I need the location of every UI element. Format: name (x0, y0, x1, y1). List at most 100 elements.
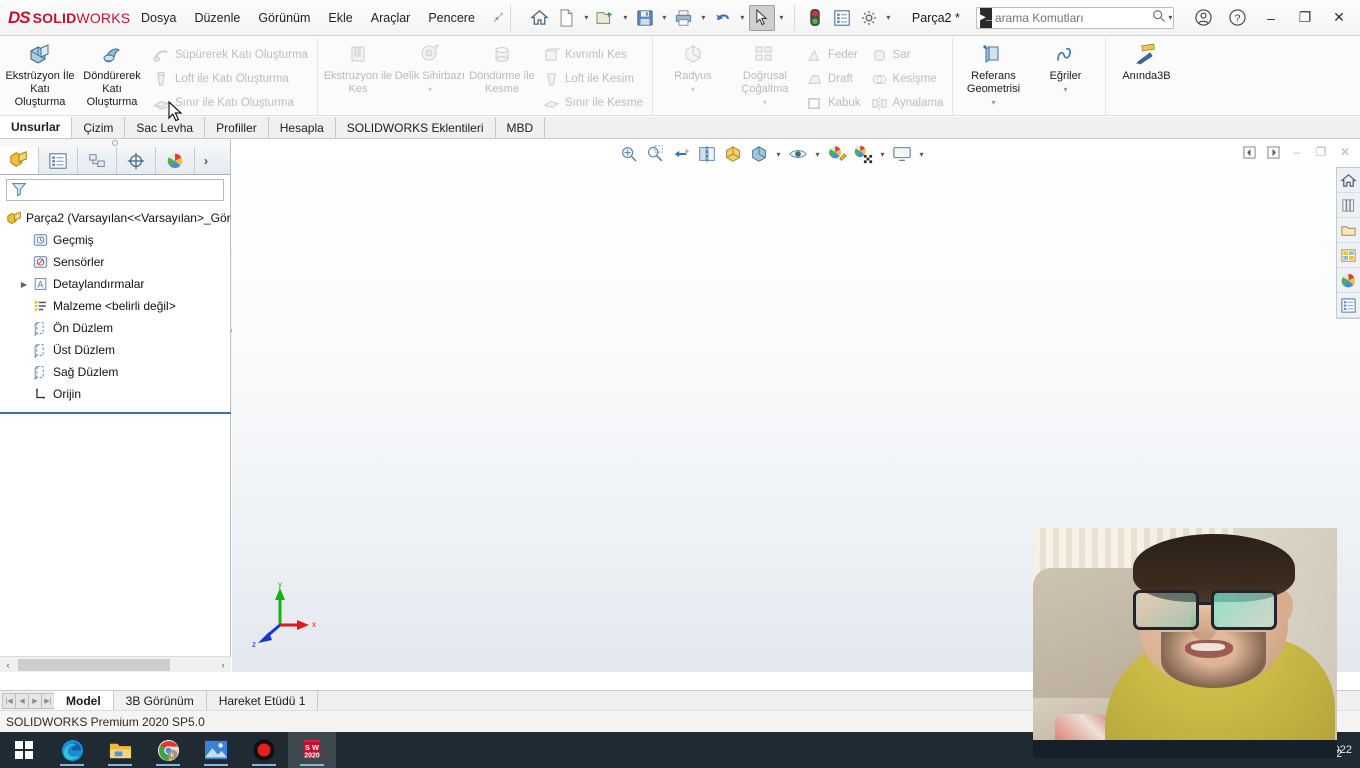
google-chrome-icon[interactable]: k (144, 732, 192, 768)
display-manager-tab[interactable] (156, 147, 195, 174)
feature-manager-more-button[interactable]: › (195, 147, 217, 174)
new-document-chevron-down-icon[interactable]: ▾ (581, 13, 592, 22)
bottom-tab-3d-views[interactable]: 3B Görünüm (113, 691, 207, 710)
options-chevron-down-icon[interactable]: ▾ (883, 13, 894, 22)
search-input[interactable] (994, 10, 1150, 25)
scroll-right-arrow[interactable]: › (215, 660, 231, 670)
menu-gorunum[interactable]: Görünüm (249, 7, 319, 29)
document-restore-button[interactable]: ❐ (1310, 141, 1332, 163)
instant3d-button[interactable]: Anında3B (1110, 38, 1182, 116)
tab-cizim[interactable]: Çizim (72, 117, 126, 138)
tree-item-right-plane[interactable]: Sağ Düzlem (4, 361, 230, 383)
tab-profiller[interactable]: Profiller (205, 117, 269, 138)
search-box[interactable]: ▶_ ▾ (975, 6, 1174, 29)
new-document-icon[interactable] (554, 5, 580, 31)
revolve-boss-button[interactable]: Döndürerek Katı Oluşturma (76, 38, 148, 116)
solidworks-2020-icon[interactable]: S W 2020 (288, 732, 336, 768)
next-document-button[interactable] (1262, 141, 1284, 163)
curves-button[interactable]: Eğriler ▾ (1029, 38, 1101, 116)
tree-item-part[interactable]: Parça2 (Varsayılan<<Varsayılan>_Gör (4, 207, 231, 229)
view-orientation-icon[interactable] (721, 142, 745, 166)
open-document-icon[interactable] (593, 5, 619, 31)
menu-araclar[interactable]: Araçlar (362, 7, 420, 29)
open-document-chevron-down-icon[interactable]: ▾ (620, 13, 631, 22)
tab-unsurlar[interactable]: Unsurlar (0, 117, 73, 138)
bottom-tab-motion-study[interactable]: Hareket Etüdü 1 (206, 691, 319, 710)
undo-chevron-down-icon[interactable]: ▾ (737, 13, 748, 22)
reference-geometry-button[interactable]: Referans Geometrisi ▾ (957, 38, 1029, 116)
hide-show-items-icon[interactable] (786, 142, 810, 166)
tree-item-material[interactable]: Malzeme <belirli değil> (4, 295, 230, 317)
apply-scene-chevron-down-icon[interactable]: ▾ (877, 150, 888, 159)
property-manager-tab[interactable] (39, 147, 78, 174)
tree-item-sensors[interactable]: Sensörler (4, 251, 230, 273)
tab-hesapla[interactable]: Hesapla (268, 117, 336, 138)
extrude-boss-button[interactable]: Ekstrüzyon İle Katı Oluşturma (4, 38, 76, 116)
close-button[interactable]: ✕ (1322, 3, 1356, 33)
hide-show-chevron-down-icon[interactable]: ▾ (812, 150, 823, 159)
tree-item-top-plane[interactable]: Üst Düzlem (4, 339, 230, 361)
task-pane-home-icon[interactable] (1337, 168, 1360, 193)
home-icon[interactable] (527, 5, 553, 31)
tree-expander[interactable]: ▶ (18, 280, 30, 289)
undo-icon[interactable] (710, 5, 736, 31)
scroll-track[interactable] (16, 658, 215, 671)
tree-item-annotations[interactable]: ▶ A Detaylandırmalar (4, 273, 230, 295)
zoom-to-area-icon[interactable] (643, 142, 667, 166)
menu-dosya[interactable]: Dosya (132, 7, 185, 29)
print-icon[interactable] (671, 5, 697, 31)
appearances-scenes-icon[interactable] (1337, 268, 1360, 293)
previous-document-button[interactable] (1238, 141, 1260, 163)
minimize-button[interactable]: – (1254, 3, 1288, 33)
help-icon[interactable]: ? (1220, 3, 1254, 33)
custom-properties-icon[interactable] (1337, 293, 1360, 318)
tree-item-front-plane[interactable]: Ön Düzlem (4, 317, 230, 339)
start-button-icon[interactable] (0, 732, 48, 768)
save-chevron-down-icon[interactable]: ▾ (659, 13, 670, 22)
select-cursor-icon[interactable] (748, 4, 775, 31)
tab-solidworks-eklentileri[interactable]: SOLIDWORKS Eklentileri (335, 117, 496, 138)
edit-appearance-icon[interactable] (825, 142, 849, 166)
file-explorer-icon[interactable] (96, 732, 144, 768)
menu-ekle[interactable]: Ekle (319, 7, 361, 29)
print-chevron-down-icon[interactable]: ▾ (698, 13, 709, 22)
display-style-icon[interactable] (747, 142, 771, 166)
account-icon[interactable] (1186, 3, 1220, 33)
rebuild-traffic-light-icon[interactable] (802, 5, 828, 31)
file-explorer-icon[interactable] (1337, 218, 1360, 243)
document-close-button[interactable]: ✕ (1334, 141, 1356, 163)
configuration-manager-tab[interactable] (78, 147, 117, 174)
restore-button[interactable]: ❐ (1288, 3, 1322, 33)
search-chevron-down-icon[interactable]: ▾ (1168, 13, 1173, 22)
menu-pencere[interactable]: Pencere (419, 7, 484, 29)
panel-grip[interactable] (0, 139, 230, 147)
feature-tree-horizontal-scrollbar[interactable]: ‹ › (0, 656, 231, 672)
curves-chevron-down-icon[interactable]: ▾ (1063, 85, 1067, 94)
tree-item-history[interactable]: Geçmiş (4, 229, 230, 251)
search-icon[interactable] (1150, 9, 1168, 26)
view-settings-icon[interactable] (890, 142, 914, 166)
photos-icon[interactable] (192, 732, 240, 768)
display-style-chevron-down-icon[interactable]: ▾ (773, 150, 784, 159)
document-minimize-button[interactable]: – (1286, 141, 1308, 163)
view-palette-icon[interactable] (1337, 243, 1360, 268)
screen-recorder-icon[interactable] (240, 732, 288, 768)
options-gear-icon[interactable] (856, 5, 882, 31)
zoom-to-fit-icon[interactable] (617, 142, 641, 166)
select-chevron-down-icon[interactable]: ▾ (776, 13, 787, 22)
tree-item-origin[interactable]: Orijin (4, 383, 230, 405)
next-tab-button[interactable]: ▶ (28, 692, 42, 709)
apply-scene-icon[interactable] (851, 142, 875, 166)
previous-view-icon[interactable] (669, 142, 693, 166)
view-settings-chevron-down-icon[interactable]: ▾ (916, 150, 927, 159)
previous-tab-button[interactable]: ◀ (15, 692, 29, 709)
tab-sac-levha[interactable]: Sac Levha (125, 117, 206, 138)
save-icon[interactable] (632, 5, 658, 31)
feature-manager-tab[interactable] (0, 147, 39, 174)
scroll-left-arrow[interactable]: ‹ (0, 660, 16, 670)
dimxpert-manager-tab[interactable] (117, 147, 156, 174)
tab-mbd[interactable]: MBD (495, 117, 546, 138)
bottom-tab-model[interactable]: Model (54, 691, 114, 710)
last-tab-button[interactable]: ▶| (41, 692, 55, 709)
scroll-thumb[interactable] (18, 658, 170, 671)
